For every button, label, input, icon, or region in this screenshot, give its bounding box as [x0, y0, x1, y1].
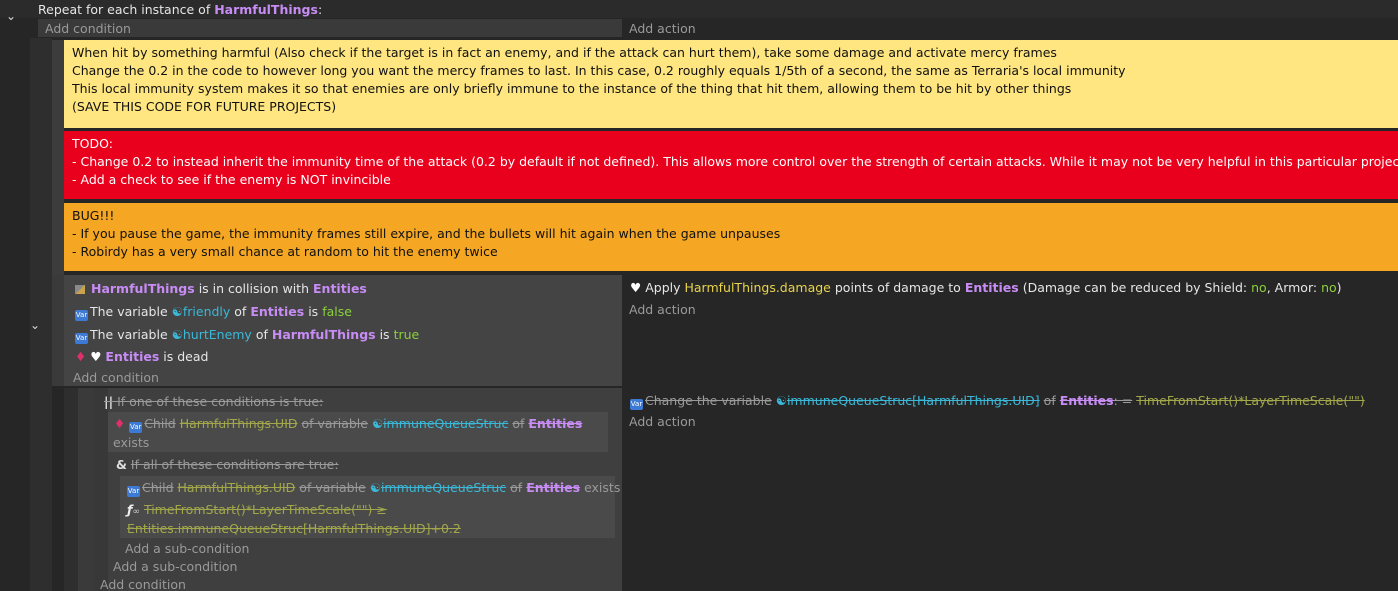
- inverted-condition-icon: ♦: [114, 416, 126, 431]
- variable-icon: Var: [127, 486, 140, 497]
- condition-collision[interactable]: HarmfulThings is in collision with Entit…: [75, 281, 367, 296]
- sub-event-gutter: [52, 275, 64, 386]
- condition-compare-time[interactable]: ƒ∞ TimeFromStart()*LayerTimeScale("") ≥: [127, 502, 387, 517]
- condition-hurt-enemy[interactable]: Var The variable ☯hurtEnemy of HarmfulThi…: [75, 327, 419, 344]
- inverted-condition-icon: ♦: [75, 349, 87, 364]
- and-icon: &: [116, 457, 127, 472]
- comment-info[interactable]: When hit by something harmful (Also chec…: [64, 40, 1398, 128]
- add-condition-link[interactable]: Add condition: [45, 21, 131, 36]
- add-action-link[interactable]: Add action: [629, 21, 696, 36]
- variable-ref-icon: ☯: [369, 480, 381, 495]
- condition-is-dead[interactable]: ♦ ♥ Entities is dead: [75, 349, 208, 364]
- nested-gutter: [64, 388, 78, 591]
- disabled-event-gutter: [78, 388, 94, 591]
- add-condition-link[interactable]: Add condition: [100, 577, 186, 591]
- add-condition-link[interactable]: Add condition: [73, 370, 159, 385]
- collision-icon: [75, 285, 85, 294]
- add-action-link[interactable]: Add action: [629, 414, 696, 429]
- comment-bug[interactable]: BUG!!! - If you pause the game, the immu…: [64, 203, 1398, 271]
- condition-child-exists[interactable]: ♦ Var Child HarmfulThings.UID of variable…: [114, 416, 582, 433]
- or-group-label[interactable]: || If one of these conditions is true:: [104, 394, 323, 409]
- condition-child-exists-2[interactable]: Var Child HarmfulThings.UID of variable ☯…: [127, 480, 620, 497]
- add-action-link[interactable]: Add action: [629, 302, 696, 317]
- action-change-variable[interactable]: Var Change the variable ☯immuneQueueStruc…: [630, 393, 1365, 410]
- variable-ref-icon: ☯: [371, 416, 384, 431]
- or-icon: ||: [104, 394, 114, 409]
- condition-friendly[interactable]: Var The variable ☯friendly of Entities is…: [75, 304, 352, 321]
- condition-exists-label: exists: [113, 435, 150, 450]
- event-gutter: [30, 38, 52, 591]
- variable-ref-icon: ☯: [775, 393, 787, 408]
- heart-icon: ♥: [90, 349, 102, 364]
- add-sub-condition-link[interactable]: Add a sub-condition: [125, 541, 249, 556]
- variable-icon: Var: [129, 422, 143, 433]
- condition-compare-time-rhs: Entities.immuneQueueStruc[HarmfulThings.…: [127, 521, 461, 536]
- add-sub-condition-link-outer[interactable]: Add a sub-condition: [113, 559, 237, 574]
- collapse-chevron-icon[interactable]: ⌄: [6, 9, 16, 23]
- sub-event-chevron-icon[interactable]: ⌄: [30, 318, 40, 332]
- action-apply-damage[interactable]: ♥ Apply HarmfulThings.damage points of d…: [630, 280, 1342, 295]
- and-group-label[interactable]: & If all of these conditions are true:: [116, 457, 339, 472]
- heart-icon: ♥: [630, 280, 642, 295]
- variable-icon: Var: [75, 333, 88, 344]
- variable-icon: Var: [630, 399, 643, 410]
- variable-icon: Var: [75, 310, 88, 321]
- disabled-event-inner-gutter: [94, 388, 108, 591]
- variable-ref-icon: ☯: [171, 304, 183, 319]
- variable-ref-icon: ☯: [171, 327, 183, 342]
- repeat-header: Repeat for each instance of HarmfulThing…: [38, 2, 323, 17]
- comment-todo[interactable]: TODO: - Change 0.2 to instead inherit th…: [64, 131, 1398, 199]
